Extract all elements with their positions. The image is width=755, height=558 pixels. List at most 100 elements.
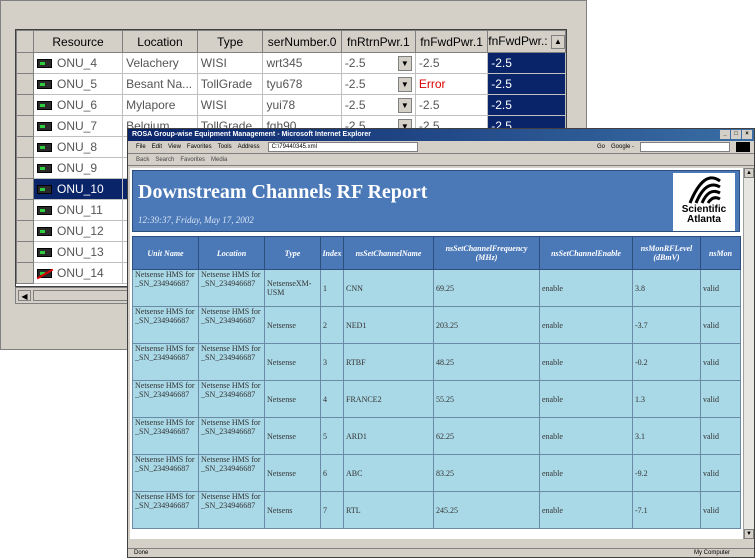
type-cell[interactable]: WISI: [196, 52, 264, 74]
serial-cell[interactable]: tyu678: [262, 73, 342, 95]
dropdown-arrow-icon[interactable]: ▼: [397, 55, 412, 71]
serial-cell[interactable]: wrt345: [262, 52, 342, 74]
type-cell[interactable]: TollGrade: [196, 73, 264, 95]
grid-row[interactable]: ONU_6 Mylapore WISI yui78 -2.5 ▼ -2.5 -2.5: [16, 94, 566, 116]
fwdpwr2-cell[interactable]: -2.5: [487, 94, 566, 116]
media-button[interactable]: Media: [211, 154, 227, 165]
resource-cell[interactable]: ONU_10: [32, 178, 124, 200]
scroll-up-icon[interactable]: ▲: [744, 168, 754, 178]
back-button[interactable]: Back: [136, 154, 149, 165]
window-controls: _ □ ×: [720, 129, 754, 141]
scroll-up-arrow-icon[interactable]: ▲: [550, 34, 565, 49]
rtrnpwr-cell[interactable]: -2.5 ▼: [340, 52, 416, 74]
row-header[interactable]: [16, 157, 34, 179]
menu-favorites[interactable]: Favorites: [187, 141, 212, 154]
dropdown-arrow-icon[interactable]: ▼: [397, 76, 412, 92]
onu-device-icon: [37, 100, 52, 110]
location-cell[interactable]: Velachery: [122, 52, 198, 74]
col-location[interactable]: Location: [122, 30, 198, 53]
fwdpwr1-cell[interactable]: Error: [414, 73, 489, 95]
resource-cell[interactable]: ONU_5: [32, 73, 124, 95]
scroll-down-icon[interactable]: ▼: [744, 529, 754, 539]
row-header[interactable]: [16, 73, 34, 95]
rf-rflevel-cell: 3.1: [632, 417, 701, 455]
resource-cell[interactable]: ONU_12: [32, 220, 124, 242]
row-header[interactable]: [16, 94, 34, 116]
rf-location-cell: Netsense HMS for _SN_234946687: [198, 417, 265, 455]
rf-row: Netsense HMS for _SN_234946687 Netsense H…: [132, 380, 741, 418]
row-header[interactable]: [16, 178, 34, 200]
fwdpwr1-value: -2.5: [418, 56, 440, 70]
row-header[interactable]: [16, 136, 34, 158]
minimize-icon[interactable]: _: [720, 130, 730, 139]
rf-enable-cell: enable: [539, 491, 633, 529]
rf-col-rflevel: nsMonRFLevel (dBmV): [632, 236, 701, 270]
rtrnpwr-value: -2.5: [344, 98, 366, 112]
row-header[interactable]: [16, 115, 34, 137]
google-search-input[interactable]: [640, 142, 730, 152]
vertical-scrollbar[interactable]: ▲ ▼: [743, 168, 754, 539]
rf-unit-cell: Netsense HMS for _SN_234946687: [132, 380, 199, 418]
fwdpwr2-cell[interactable]: -2.5: [487, 73, 566, 95]
close-icon[interactable]: ×: [742, 130, 752, 139]
rf-type-cell: Netsense: [264, 380, 321, 418]
location-cell[interactable]: Besant Na...: [122, 73, 198, 95]
resource-cell[interactable]: ONU_13: [32, 241, 124, 263]
menu-edit[interactable]: Edit: [152, 141, 162, 154]
scroll-left-arrow-icon[interactable]: ◀: [18, 290, 31, 301]
grid-row[interactable]: ONU_5 Besant Na... TollGrade tyu678 -2.5 ▼ Err…: [16, 73, 566, 95]
rf-index-cell: 4: [320, 380, 344, 418]
dropdown-arrow-icon[interactable]: ▼: [397, 97, 412, 113]
rtrnpwr-cell[interactable]: -2.5 ▼: [340, 94, 416, 116]
favorites-button[interactable]: Favorites: [180, 154, 205, 165]
col-fwdpwr2[interactable]: fnFwdPwr.: ▲: [487, 30, 566, 53]
rf-location-cell: Netsense HMS for _SN_234946687: [198, 454, 265, 492]
rtrnpwr-cell[interactable]: -2.5 ▼: [340, 73, 416, 95]
menu-tools[interactable]: Tools: [218, 141, 232, 154]
rf-location-cell: Netsense HMS for _SN_234946687: [198, 491, 265, 529]
rf-index-cell: 7: [320, 491, 344, 529]
go-button[interactable]: Go: [597, 141, 605, 154]
resource-cell[interactable]: ONU_7: [32, 115, 124, 137]
maximize-icon[interactable]: □: [731, 130, 741, 139]
search-button[interactable]: Search: [155, 154, 174, 165]
fwdpwr2-cell[interactable]: -2.5: [487, 52, 566, 74]
resource-cell[interactable]: ONU_8: [32, 136, 124, 158]
row-header[interactable]: [16, 52, 34, 74]
resource-cell[interactable]: ONU_4: [32, 52, 124, 74]
resource-name: ONU_7: [57, 119, 98, 133]
fwdpwr1-cell[interactable]: -2.5: [414, 94, 489, 116]
serial-cell[interactable]: yui78: [262, 94, 342, 116]
menu-view[interactable]: View: [168, 141, 181, 154]
address-bar[interactable]: C:\79440345.xml: [267, 142, 418, 152]
resource-cell[interactable]: ONU_14: [32, 262, 124, 284]
resource-cell[interactable]: ONU_6: [32, 94, 124, 116]
rf-type-cell: Netsense: [264, 454, 321, 492]
row-header[interactable]: [16, 241, 34, 263]
rf-row: Netsense HMS for _SN_234946687 Netsense H…: [132, 491, 741, 529]
resource-name: ONU_10: [57, 182, 104, 196]
menu-file[interactable]: File: [136, 141, 146, 154]
fwdpwr1-cell[interactable]: -2.5: [414, 52, 489, 74]
grid-row[interactable]: ONU_4 Velachery WISI wrt345 -2.5 ▼ -2.5 -2.5: [16, 52, 566, 74]
resource-cell[interactable]: ONU_11: [32, 199, 124, 221]
resource-cell[interactable]: ONU_9: [32, 157, 124, 179]
resource-name: ONU_12: [57, 224, 104, 238]
google-toolbar-label[interactable]: Google -: [611, 141, 634, 154]
col-rtrnpwr[interactable]: fnRtrnPwr.1: [340, 30, 416, 53]
address-label: Address: [237, 143, 260, 150]
rf-mon-cell: valid: [700, 306, 741, 344]
rf-channel-name-cell: ABC: [343, 454, 434, 492]
col-sernumber[interactable]: serNumber.0: [262, 30, 342, 53]
row-header[interactable]: [16, 199, 34, 221]
rf-frequency-cell: 83.25: [433, 454, 540, 492]
col-fwdpwr1[interactable]: fnFwdPwr.1: [414, 30, 489, 53]
row-header[interactable]: [16, 220, 34, 242]
col-type[interactable]: Type: [196, 30, 264, 53]
row-header[interactable]: [16, 262, 34, 284]
rf-row: Netsense HMS for _SN_234946687 Netsense H…: [132, 343, 741, 381]
col-resource[interactable]: Resource: [32, 30, 124, 53]
rf-row: Netsense HMS for _SN_234946687 Netsense H…: [132, 417, 741, 455]
type-cell[interactable]: WISI: [196, 94, 264, 116]
location-cell[interactable]: Mylapore: [122, 94, 198, 116]
